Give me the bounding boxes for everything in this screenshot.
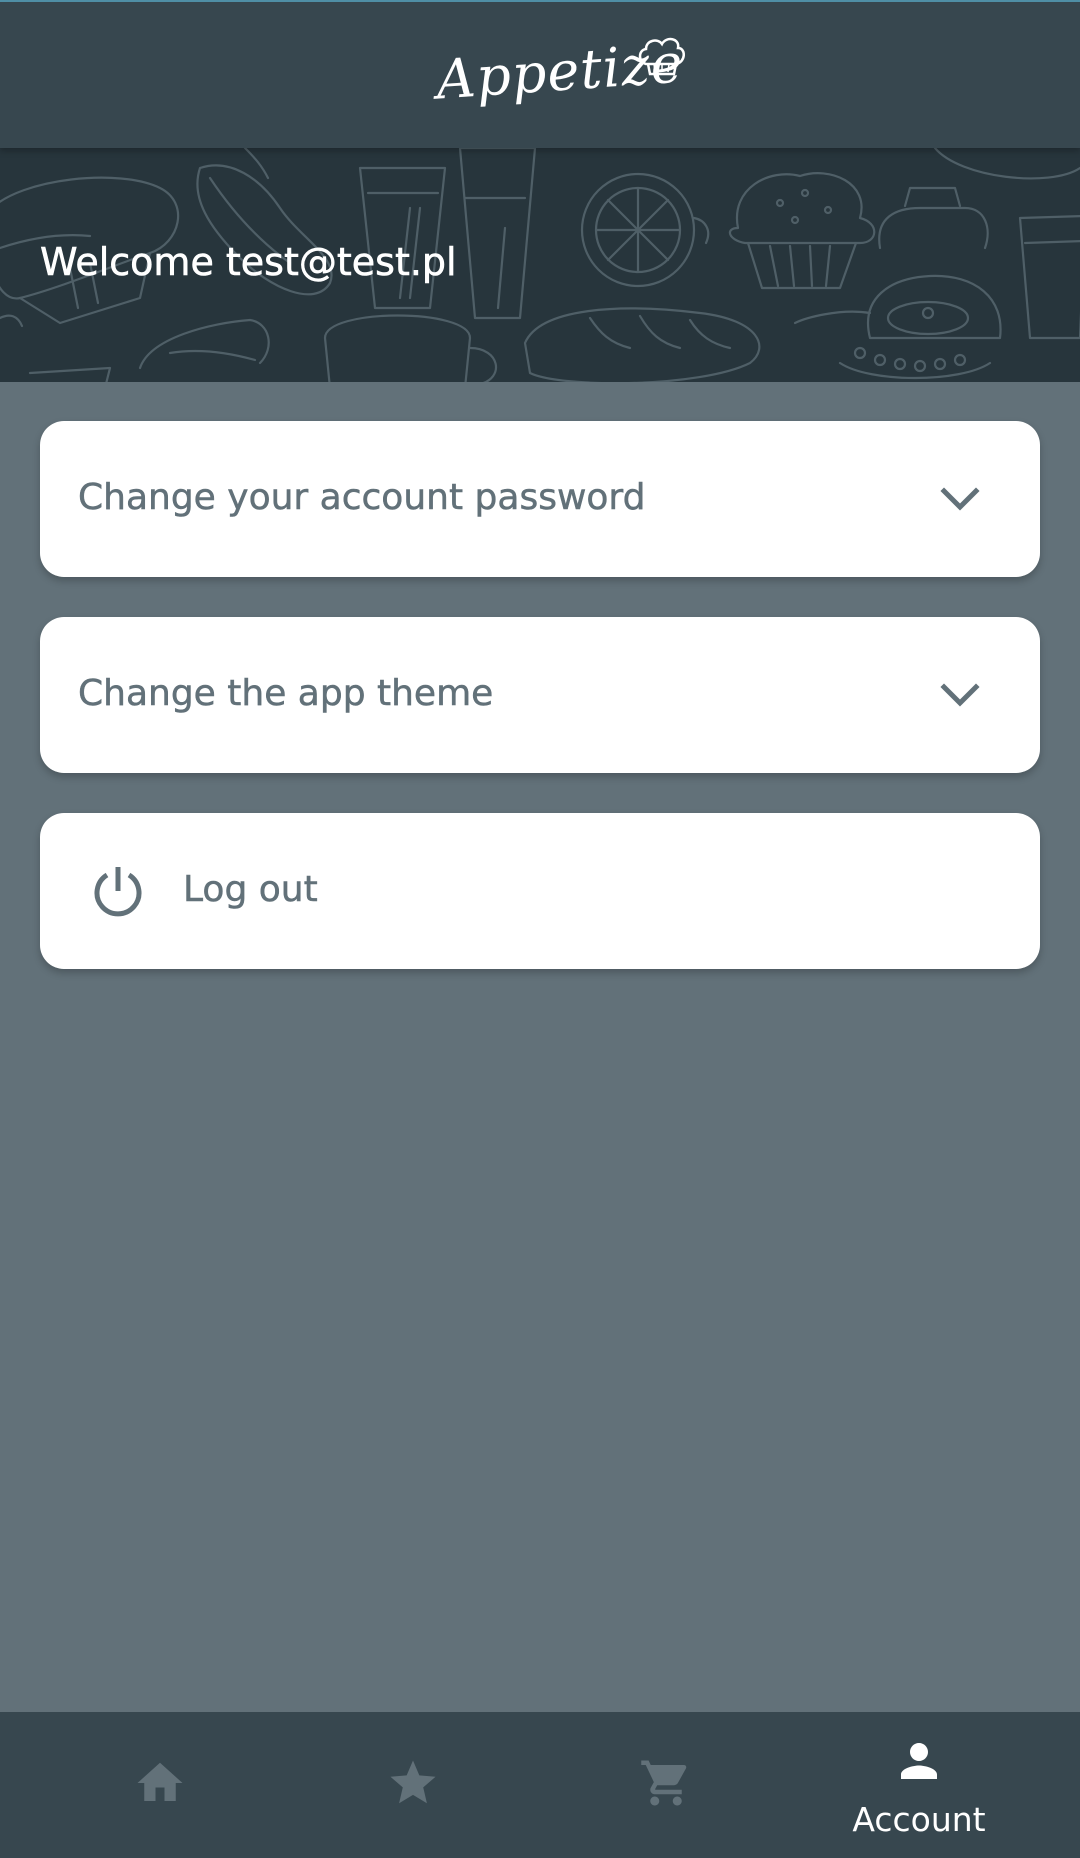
chevron-down-icon[interactable] [938, 477, 982, 521]
bottom-navigation: Account [0, 1712, 1080, 1858]
nav-home[interactable] [25, 1712, 295, 1858]
nav-account[interactable]: Account [784, 1712, 1054, 1858]
logout-button[interactable]: Log out [40, 813, 1040, 969]
app-bar: Appetize [0, 0, 1080, 148]
cart-icon [641, 1760, 687, 1806]
change-password-card[interactable]: Change your account password [40, 421, 1040, 577]
welcome-message: Welcome test@test.pl [40, 240, 457, 285]
change-theme-label: Change the app theme [78, 673, 494, 715]
nav-favorites[interactable] [278, 1712, 548, 1858]
hero-banner: Welcome test@test.pl [0, 148, 1080, 382]
chef-hat-icon [638, 37, 685, 76]
power-icon [94, 867, 142, 917]
nav-cart[interactable] [531, 1712, 801, 1858]
nav-account-label: Account [852, 1800, 986, 1839]
home-icon [137, 1762, 183, 1801]
change-password-label: Change your account password [78, 477, 646, 519]
star-icon [390, 1760, 436, 1804]
chevron-down-icon[interactable] [938, 673, 982, 717]
logout-label: Log out [183, 869, 318, 911]
change-theme-card[interactable]: Change the app theme [40, 617, 1040, 773]
account-icon [901, 1743, 937, 1779]
appetize-logo: Appetize [0, 2, 1080, 150]
